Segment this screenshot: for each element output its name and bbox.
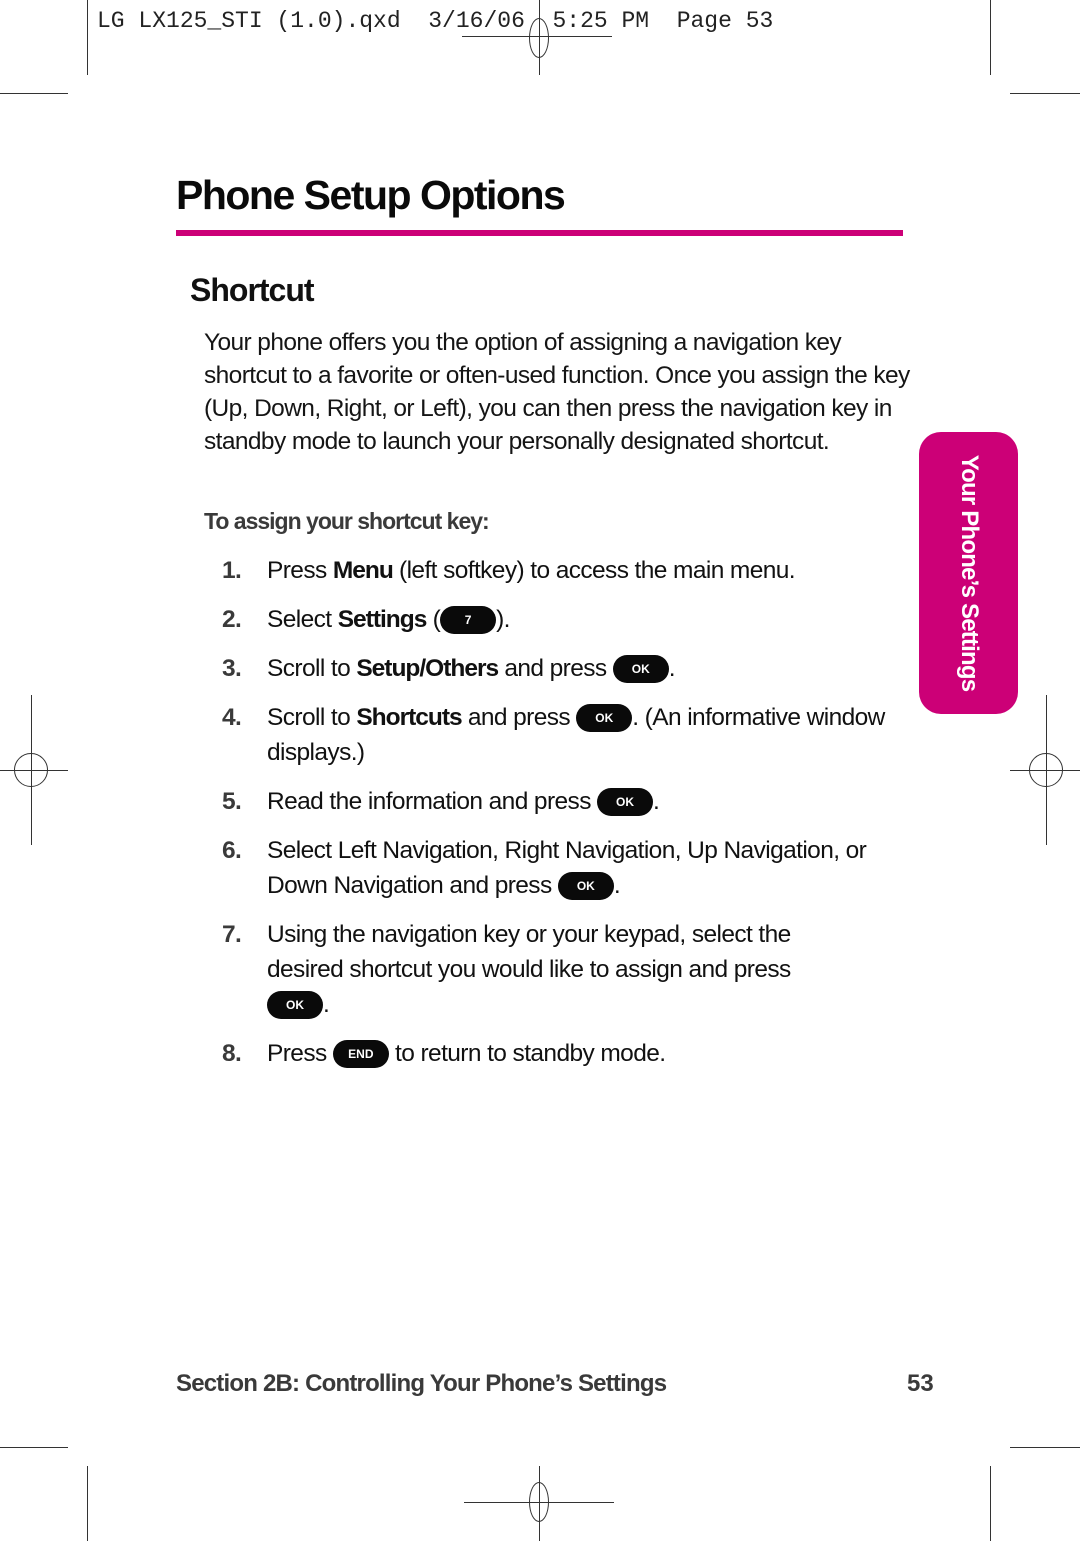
step-text: Press (267, 557, 333, 584)
printer-slug: LG LX125_STI (1.0).qxd 3/16/06 5:25 PM P… (97, 8, 774, 34)
ok-key-icon: OK (557, 872, 614, 900)
step-item: 7. Using the navigation key or your keyp… (222, 917, 922, 1022)
step-text: Using the navigation key or your keypad,… (267, 921, 791, 983)
step-text: . (613, 872, 621, 899)
ok-key-icon: OK (597, 788, 654, 816)
footer-page-number: 53 (907, 1370, 934, 1397)
crop-mark (0, 93, 68, 94)
step-text: Select (267, 606, 338, 633)
step-text: and press (498, 655, 613, 682)
step-text: ( (426, 606, 441, 633)
footer-section-title: Section 2B: Controlling Your Phone’s Set… (176, 1370, 667, 1397)
step-text: . (668, 655, 676, 682)
crop-mark (0, 1447, 68, 1448)
crop-mark (990, 1466, 991, 1541)
step-text: Read the information and press (267, 788, 598, 815)
step-item: 2. Select Settings (7). (222, 602, 922, 637)
registration-mark-top-circle (529, 18, 549, 58)
step-item: 8. Press END to return to standby mode. (222, 1036, 922, 1071)
end-key-icon: END (332, 1040, 389, 1068)
step-text: Scroll to (267, 655, 357, 682)
step-text: Scroll to (267, 704, 357, 731)
step-item: 3. Scroll to Setup/Others and press OK. (222, 651, 922, 686)
ok-key-icon: OK (612, 655, 669, 683)
registration-mark-bottom-circle (529, 1482, 549, 1522)
ok-key-icon: OK (576, 704, 633, 732)
step-number: 8. (222, 1040, 242, 1067)
ok-key-icon: OK (267, 991, 323, 1019)
procedure-heading: To assign your shortcut key: (204, 508, 490, 534)
side-tab-label: Your Phone’s Settings (955, 454, 983, 692)
step-text: ). (496, 606, 510, 633)
step-emphasis: Menu (332, 557, 394, 584)
intro-paragraph: Your phone offers you the option of assi… (204, 329, 910, 455)
crop-mark (1010, 93, 1080, 94)
step-text: to return to standby mode. (388, 1040, 666, 1067)
step-text: . (323, 991, 330, 1018)
step-number: 6. (222, 837, 242, 864)
page-title: Phone Setup Options (176, 172, 566, 218)
title-rule (176, 230, 903, 236)
step-text: . (653, 788, 660, 815)
step-item: 4. Scroll to Shortcuts and press OK. (An… (222, 700, 922, 770)
step-emphasis: Setup/Others (356, 655, 499, 682)
registration-mark-right-circle (1029, 753, 1063, 787)
registration-mark-left-circle (14, 753, 48, 787)
crop-mark (87, 0, 88, 75)
crop-mark (87, 1466, 88, 1541)
step-number: 1. (222, 557, 242, 584)
crop-mark (1010, 1447, 1080, 1448)
step-emphasis: Shortcuts (356, 704, 462, 731)
step-text: Press (267, 1040, 333, 1067)
step-number: 2. (222, 606, 242, 633)
step-text: and press (461, 704, 577, 731)
step-item: 1. Press Menu (left softkey) to access t… (222, 553, 922, 588)
step-number: 7. (222, 921, 242, 948)
section-heading: Shortcut (190, 272, 315, 308)
step-item: 5. Read the information and press OK. (222, 784, 922, 819)
steps-list: 1. Press Menu (left softkey) to access t… (222, 553, 922, 1085)
section-side-tab: Your Phone’s Settings (919, 432, 1018, 714)
key-7-icon: 7 (440, 606, 497, 634)
step-number: 3. (222, 655, 242, 682)
step-number: 4. (222, 704, 242, 731)
step-text: (left softkey) to access the main menu. (392, 557, 796, 584)
step-number: 5. (222, 788, 242, 815)
crop-mark (990, 0, 991, 75)
step-emphasis: Settings (337, 606, 428, 633)
step-item: 6. Select Left Navigation, Right Navigat… (222, 833, 922, 903)
